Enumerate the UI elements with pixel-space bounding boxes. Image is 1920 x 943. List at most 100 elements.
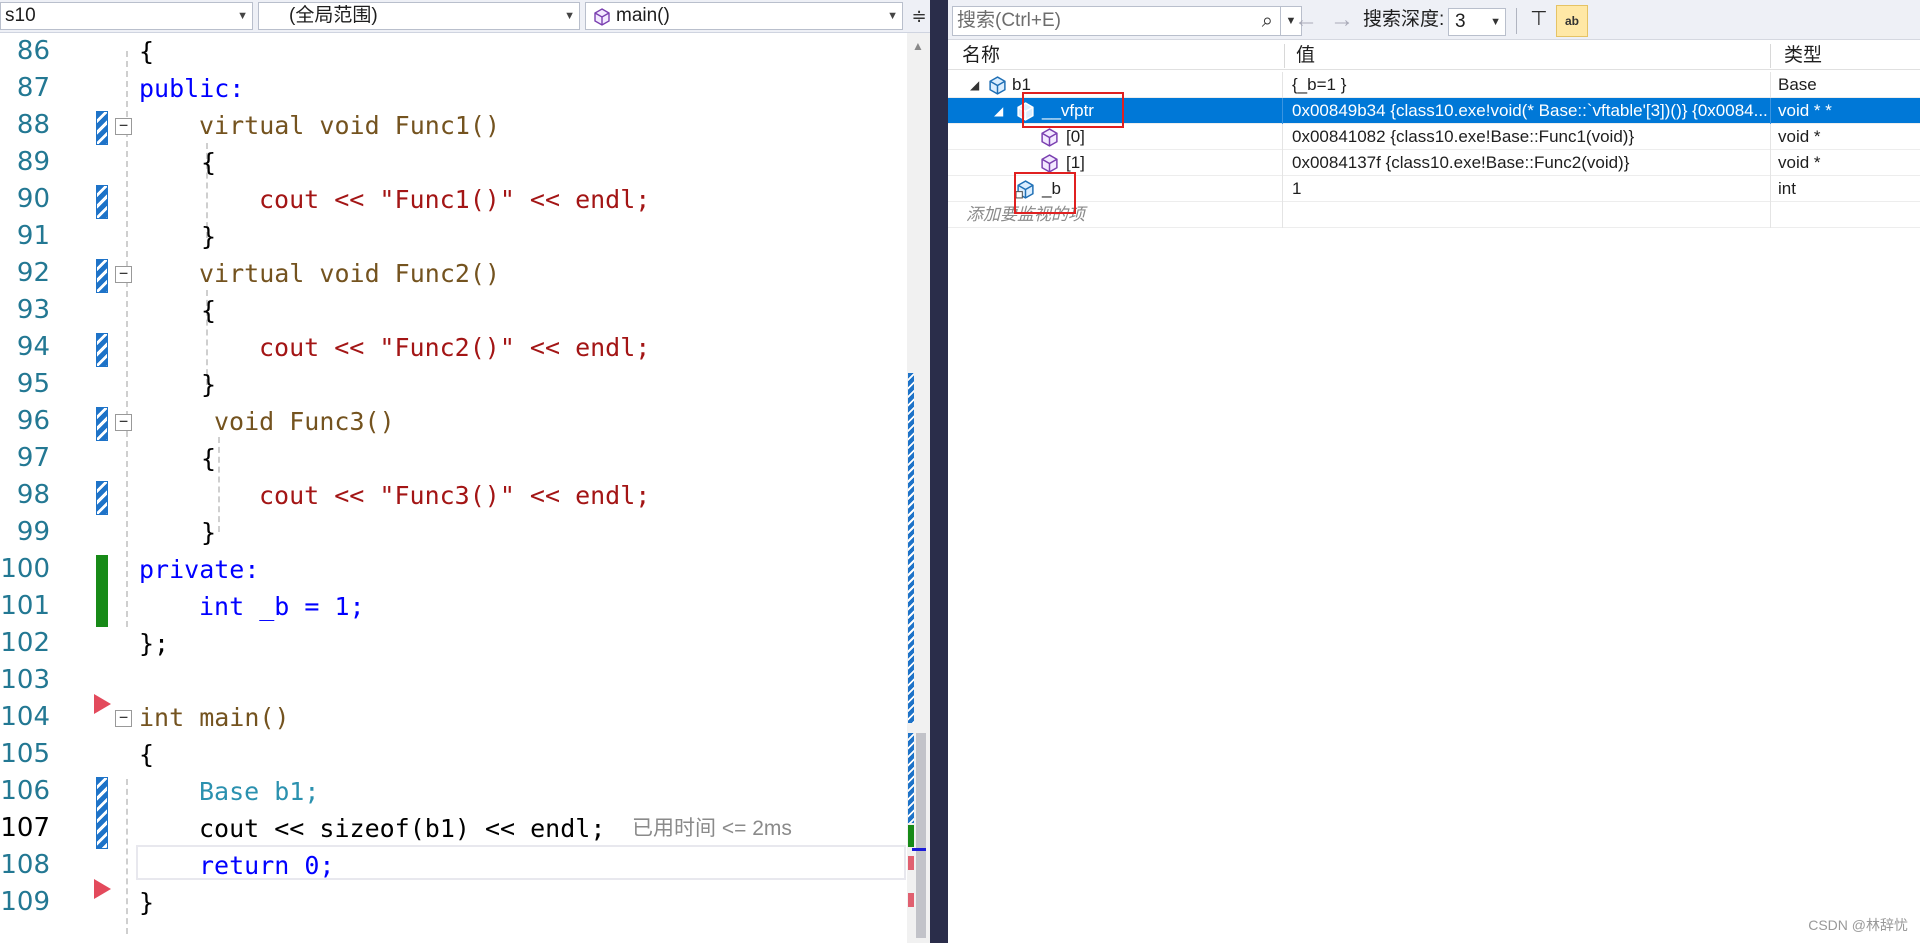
- code-line[interactable]: 92 virtual void Func2(): [0, 255, 907, 292]
- code-line[interactable]: 88 virtual void Func1(): [0, 107, 907, 144]
- search-depth-select[interactable]: 3 ▼: [1448, 8, 1506, 36]
- code-line[interactable]: 99 }: [0, 514, 907, 551]
- watch-type: void *: [1778, 153, 1821, 172]
- member-dropdown[interactable]: main() ▼: [585, 2, 903, 30]
- cell-separator: [1282, 150, 1283, 176]
- pin-icon[interactable]: ⊤: [1526, 6, 1552, 34]
- cell-separator: [1770, 72, 1771, 98]
- code-text: }: [139, 888, 155, 917]
- project-dropdown[interactable]: s10 ▼: [0, 2, 253, 30]
- cell-separator: [1770, 98, 1771, 124]
- back-arrow-icon[interactable]: ←: [1294, 6, 1318, 34]
- watch-toolbar: 搜索(Ctrl+E) ⌕ ▼ ← → 搜索深度: 3 ▼ ⊤ ab: [948, 0, 1920, 40]
- line-number: 104: [0, 702, 50, 732]
- split-view-icon[interactable]: ≑: [909, 3, 929, 29]
- forward-arrow-icon[interactable]: →: [1330, 6, 1354, 34]
- scope-dropdown[interactable]: (全局范围) ▼: [258, 2, 580, 30]
- chevron-down-icon: ▼: [237, 10, 248, 22]
- code-line[interactable]: 108 return 0;: [0, 847, 907, 884]
- code-text: };: [139, 629, 170, 658]
- perf-tip[interactable]: 已用时间 <= 2ms: [632, 810, 792, 847]
- code-line[interactable]: 104 int main(): [0, 699, 907, 736]
- line-number: 105: [0, 739, 50, 769]
- line-number: 89: [16, 147, 50, 177]
- watch-value[interactable]: 0x0084137f {class10.exe!Base::Func2(void…: [1288, 150, 1768, 176]
- cell-separator: [1770, 176, 1771, 202]
- line-number: 100: [0, 554, 50, 584]
- code-editor[interactable]: s10 ▼ (全局范围) ▼ main() ▼ ≑ − − − − 86 {8…: [0, 0, 930, 943]
- code-line[interactable]: 91 }: [0, 218, 907, 255]
- watch-type: Base: [1778, 75, 1817, 94]
- code-line[interactable]: 97 {: [0, 440, 907, 477]
- expand-arrow-icon[interactable]: ◢: [970, 72, 979, 98]
- code-line[interactable]: 98 cout << "Func3()" << endl;: [0, 477, 907, 514]
- code-text: }: [201, 518, 217, 547]
- method-cube-icon: [1041, 128, 1058, 147]
- code-line[interactable]: 103: [0, 662, 907, 699]
- code-text: {: [139, 740, 155, 769]
- cell-separator: [1282, 98, 1283, 124]
- watch-value[interactable]: 1: [1288, 176, 1768, 202]
- watch-value[interactable]: 0x00849b34 {class10.exe!void(* Base::`vf…: [1288, 98, 1768, 124]
- code-text: cout << sizeof(b1) << endl;: [199, 814, 606, 843]
- line-number: 88: [16, 110, 50, 140]
- line-number: 93: [16, 295, 50, 325]
- code-text: {: [201, 296, 217, 325]
- watch-type: void *: [1778, 127, 1821, 146]
- code-line[interactable]: 96 void Func3(): [0, 403, 907, 440]
- line-number: 108: [0, 850, 50, 880]
- code-line[interactable]: 100 private:: [0, 551, 907, 588]
- cell-separator: [1282, 124, 1283, 150]
- cell-separator: [1282, 202, 1283, 228]
- line-number: 98: [16, 480, 50, 510]
- code-line[interactable]: 106 Base b1;: [0, 773, 907, 810]
- chevron-down-icon: ▼: [887, 10, 898, 22]
- code-line[interactable]: 90 cout << "Func1()" << endl;: [0, 181, 907, 218]
- toolbar-separator: [1516, 8, 1517, 34]
- watch-value[interactable]: 0x00841082 {class10.exe!Base::Func1(void…: [1288, 124, 1768, 150]
- line-number: 106: [0, 776, 50, 806]
- code-text: public:: [139, 74, 245, 103]
- code-text: cout << "Func2()" << endl;: [259, 333, 651, 362]
- line-number: 97: [16, 443, 50, 473]
- column-header-name[interactable]: 名称: [948, 42, 1000, 70]
- watch-type: int: [1778, 179, 1796, 198]
- code-line[interactable]: 94 cout << "Func2()" << endl;: [0, 329, 907, 366]
- code-line[interactable]: 109 }: [0, 884, 907, 921]
- watch-name-cell: _b: [948, 176, 1282, 202]
- add-watch-row[interactable]: 添加要监视的项: [948, 202, 1920, 228]
- line-number: 107: [0, 813, 50, 843]
- scroll-up-icon[interactable]: ▲: [912, 39, 924, 53]
- code-line[interactable]: 105 {: [0, 736, 907, 773]
- scroll-breakpoint-map: [908, 856, 914, 870]
- column-header-type[interactable]: 类型: [1770, 42, 1822, 70]
- code-text: {: [201, 148, 217, 177]
- line-number: 101: [0, 591, 50, 621]
- code-line[interactable]: 86 {: [0, 33, 907, 70]
- watch-name-cell: [1]: [948, 150, 1282, 176]
- search-icon[interactable]: ⌕: [1262, 7, 1273, 35]
- line-number: 92: [16, 258, 50, 288]
- watch-row[interactable]: [1] 0x0084137f {class10.exe!Base::Func2(…: [948, 150, 1920, 176]
- code-text: int _b = 1;: [199, 592, 365, 621]
- watch-row[interactable]: _b 1 int: [948, 176, 1920, 202]
- code-line[interactable]: 107 cout << sizeof(b1) << endl; 已用时间 <= …: [0, 810, 907, 847]
- code-text: }: [201, 370, 217, 399]
- code-line[interactable]: 89 {: [0, 144, 907, 181]
- code-line[interactable]: 102 };: [0, 625, 907, 662]
- code-area[interactable]: − − − − 86 { 87 public: 88 virtual void …: [0, 33, 907, 943]
- line-number: 96: [16, 406, 50, 436]
- expand-arrow-icon[interactable]: ◢: [994, 98, 1003, 124]
- code-line[interactable]: 93 {: [0, 292, 907, 329]
- watch-value[interactable]: {_b=1 }: [1288, 72, 1768, 98]
- search-input[interactable]: 搜索(Ctrl+E) ⌕: [952, 6, 1282, 36]
- editor-scrollbar[interactable]: ▲: [907, 33, 930, 943]
- code-line[interactable]: 95 }: [0, 366, 907, 403]
- member-dropdown-value: main(): [616, 5, 670, 26]
- pane-divider[interactable]: [930, 0, 948, 943]
- scroll-thumb[interactable]: [916, 733, 926, 938]
- code-line[interactable]: 101 int _b = 1;: [0, 588, 907, 625]
- hex-display-button[interactable]: ab: [1556, 5, 1588, 37]
- column-header-value[interactable]: 值: [1282, 42, 1315, 70]
- code-line[interactable]: 87 public:: [0, 70, 907, 107]
